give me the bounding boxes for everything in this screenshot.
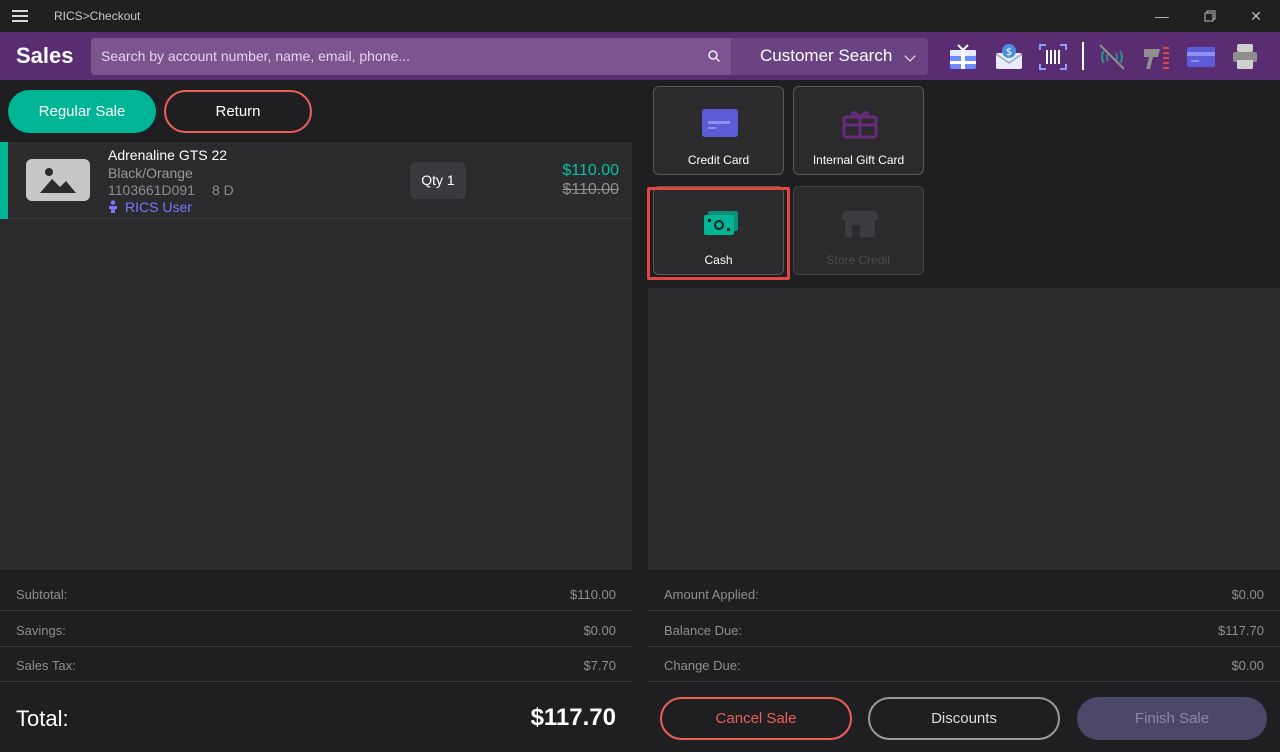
- person-icon: [109, 200, 117, 213]
- credit-card-icon: [702, 109, 738, 137]
- email-receipt-icon[interactable]: $: [993, 41, 1025, 73]
- cart-list: Adrenaline GTS 22 Black/Orange 1103661D0…: [0, 142, 632, 570]
- tax-value: $7.70: [583, 658, 616, 673]
- gift-card-icon: [842, 111, 878, 139]
- credit-card-button[interactable]: Credit Card: [653, 86, 784, 175]
- item-original-price: $110.00: [562, 181, 619, 198]
- item-size: 8 D: [212, 182, 234, 198]
- window-titlebar: RICS>Checkout — ✕: [0, 0, 1280, 32]
- item-sku: 1103661D091: [108, 182, 195, 198]
- subtotal-value: $110.00: [569, 587, 616, 602]
- hamburger-menu-icon[interactable]: [12, 10, 28, 22]
- balance-due-value: $117.70: [1217, 623, 1264, 638]
- total-value: $117.70: [530, 704, 616, 731]
- page-title: Sales: [16, 43, 74, 68]
- amount-applied-value: $0.00: [1231, 587, 1264, 602]
- search-mode-dropdown[interactable]: Customer Search: [731, 38, 928, 75]
- change-due-label: Change Due:: [664, 658, 741, 673]
- payment-details-panel: [648, 288, 1280, 570]
- window-title: RICS>Checkout: [54, 9, 141, 23]
- amount-applied-label: Amount Applied:: [664, 587, 759, 602]
- balance-due-label: Balance Due:: [664, 623, 743, 638]
- item-name: Adrenaline GTS 22: [108, 147, 228, 163]
- quantity-button[interactable]: Qty 1: [410, 162, 466, 199]
- tab-return[interactable]: Return: [164, 90, 312, 133]
- toolbar-divider: [1082, 42, 1084, 70]
- search-icon[interactable]: [707, 49, 721, 63]
- scanner-gun-icon[interactable]: [1141, 41, 1173, 73]
- cash-highlight-outline: [647, 187, 790, 280]
- svg-text:$: $: [1006, 47, 1012, 58]
- store-credit-label: Store Credit: [826, 253, 891, 267]
- tax-row: Sales Tax: $7.70: [0, 648, 632, 682]
- finish-sale-button[interactable]: Finish Sale: [1077, 697, 1267, 740]
- tax-label: Sales Tax:: [16, 658, 76, 673]
- credit-card-label: Credit Card: [687, 153, 750, 167]
- search-input[interactable]: [101, 46, 681, 66]
- item-color: Black/Orange: [108, 165, 193, 181]
- grand-total-row: Total: $117.70: [0, 684, 632, 752]
- item-salesperson[interactable]: RICS User: [108, 199, 192, 215]
- amount-applied-row: Amount Applied: $0.00: [648, 577, 1280, 611]
- change-due-row: Change Due: $0.00: [648, 648, 1280, 682]
- chevron-down-icon: [904, 50, 916, 62]
- printer-icon[interactable]: [1229, 41, 1261, 73]
- gift-card-button[interactable]: Internal Gift Card: [793, 86, 924, 175]
- search-mode-label: Customer Search: [760, 46, 893, 65]
- gift-receipt-icon[interactable]: [947, 41, 979, 73]
- cancel-sale-button[interactable]: Cancel Sale: [660, 697, 852, 740]
- minimize-icon[interactable]: —: [1152, 6, 1172, 26]
- subtotal-row: Subtotal: $110.00: [0, 577, 632, 611]
- balance-due-row: Balance Due: $117.70: [648, 613, 1280, 647]
- subtotal-label: Subtotal:: [16, 587, 68, 602]
- savings-row: Savings: $0.00: [0, 613, 632, 647]
- close-icon[interactable]: ✕: [1246, 6, 1266, 26]
- change-due-value: $0.00: [1231, 658, 1264, 673]
- discounts-button[interactable]: Discounts: [868, 697, 1060, 740]
- nfc-disabled-icon[interactable]: [1096, 41, 1128, 73]
- image-placeholder-icon: [26, 159, 90, 201]
- savings-label: Savings:: [16, 623, 66, 638]
- store-credit-button: Store Credit: [793, 186, 924, 275]
- savings-value: $0.00: [583, 623, 616, 638]
- selected-indicator: [0, 142, 8, 219]
- gift-card-label: Internal Gift Card: [812, 153, 905, 167]
- app-header: Sales Customer Search $: [0, 32, 1280, 80]
- item-price: $110.00: [562, 162, 619, 179]
- total-label: Total:: [16, 706, 69, 731]
- card-reader-icon[interactable]: [1185, 41, 1217, 73]
- tab-regular-sale[interactable]: Regular Sale: [8, 90, 156, 133]
- customer-search-box[interactable]: [91, 38, 731, 75]
- barcode-scanner-icon[interactable]: [1037, 41, 1069, 73]
- salesperson-name: RICS User: [125, 199, 192, 215]
- cart-item[interactable]: Adrenaline GTS 22 Black/Orange 1103661D0…: [0, 142, 632, 219]
- restore-icon[interactable]: [1200, 6, 1220, 26]
- store-icon: [841, 211, 879, 237]
